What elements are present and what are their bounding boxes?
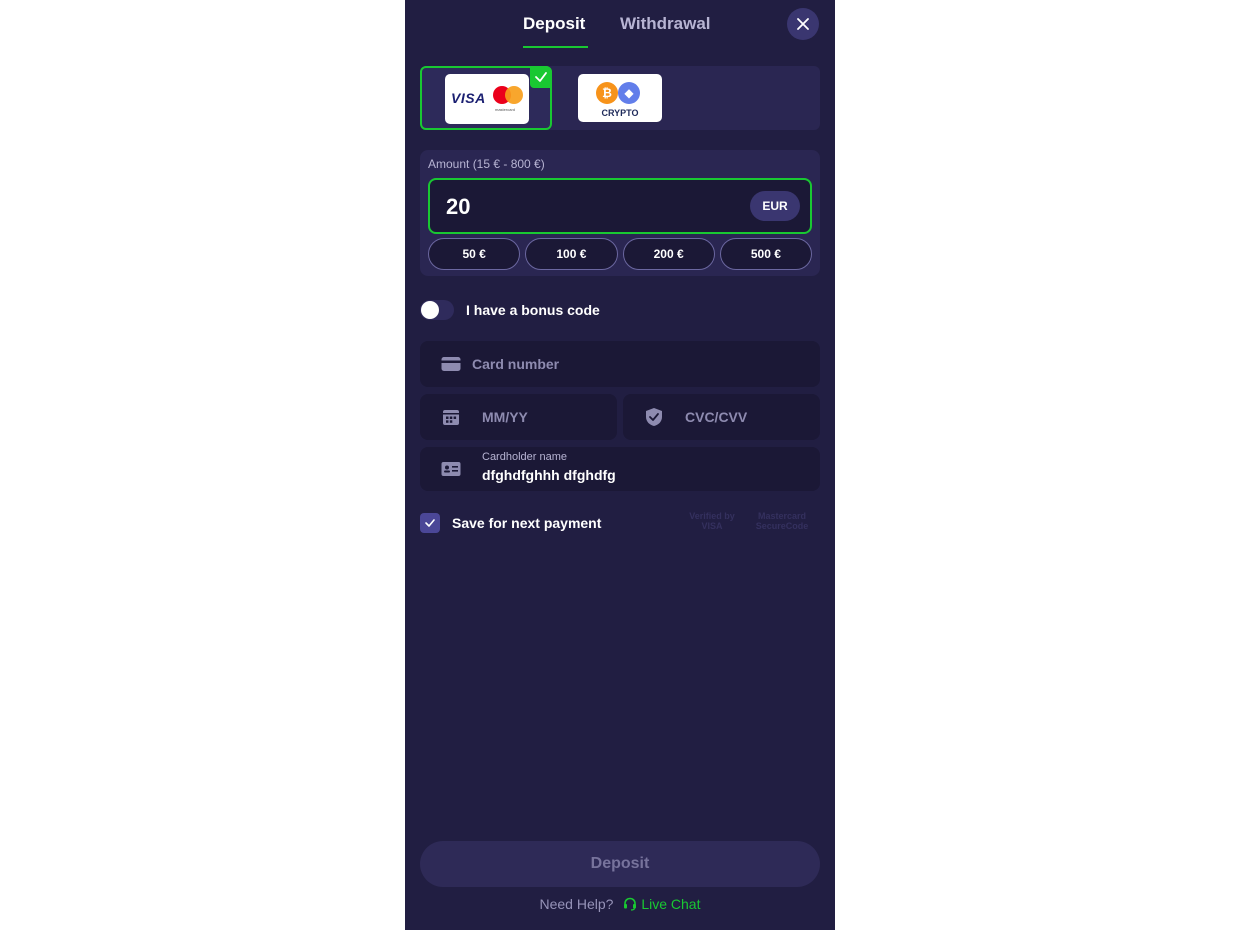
cardholder-name-label: Cardholder name bbox=[482, 451, 567, 463]
verified-by-visa-badge: Verified by VISA bbox=[689, 511, 735, 531]
save-payment-label: Save for next payment bbox=[452, 515, 602, 531]
amount-input[interactable]: 20 EUR bbox=[428, 178, 812, 234]
credit-card-icon bbox=[440, 355, 462, 373]
mastercard-securecode-badge: Mastercard SecureCode bbox=[755, 511, 809, 531]
tab-bar: Deposit Withdrawal bbox=[405, 0, 835, 52]
ethereum-icon: ◆ bbox=[618, 82, 640, 104]
shield-check-icon bbox=[643, 408, 665, 426]
amount-presets: 50 € 100 € 200 € 500 € bbox=[428, 238, 812, 270]
active-tab-indicator bbox=[523, 46, 588, 48]
close-button[interactable] bbox=[787, 8, 819, 40]
amount-value: 20 bbox=[446, 194, 471, 219]
card-number-field[interactable]: Card number bbox=[420, 341, 820, 387]
tab-deposit[interactable]: Deposit bbox=[523, 14, 585, 34]
amount-label: Amount (15 € - 800 €) bbox=[428, 157, 545, 171]
crypto-logo: ₿ ◆ CRYPTO bbox=[578, 74, 662, 122]
bitcoin-icon: ₿ bbox=[596, 82, 618, 104]
bonus-code-toggle-row[interactable]: I have a bonus code bbox=[420, 298, 600, 322]
checkmark-icon bbox=[425, 519, 435, 527]
cardholder-name-value: dfghdfghhh dfghdfg bbox=[482, 467, 616, 483]
deposit-panel: Deposit Withdrawal VISA mastercard ₿ ◆ C… bbox=[405, 0, 835, 930]
preset-500[interactable]: 500 € bbox=[719, 238, 812, 270]
save-payment-row[interactable]: Save for next payment bbox=[420, 512, 601, 534]
live-chat-link[interactable]: Live Chat bbox=[623, 896, 700, 912]
preset-50[interactable]: 50 € bbox=[428, 238, 521, 270]
toggle-knob bbox=[421, 301, 439, 319]
deposit-submit-button[interactable]: Deposit bbox=[420, 841, 820, 887]
expiry-field[interactable]: MM/YY bbox=[420, 394, 617, 440]
bonus-code-label: I have a bonus code bbox=[466, 302, 600, 318]
preset-200[interactable]: 200 € bbox=[622, 238, 715, 270]
bonus-code-toggle[interactable] bbox=[420, 300, 454, 320]
cardholder-name-field[interactable]: Cardholder name dfghdfghhh dfghdfg bbox=[420, 447, 820, 491]
visa-logo-text: VISA bbox=[451, 90, 486, 106]
check-icon bbox=[535, 72, 547, 82]
method-card[interactable]: VISA mastercard bbox=[420, 66, 552, 130]
expiry-placeholder: MM/YY bbox=[482, 409, 528, 425]
help-row: Need Help? Live Chat bbox=[405, 896, 835, 912]
payment-methods: VISA mastercard ₿ ◆ CRYPTO bbox=[420, 66, 820, 130]
calendar-icon bbox=[440, 408, 462, 426]
mastercard-logo-text: mastercard bbox=[495, 107, 516, 112]
currency-selector[interactable]: EUR bbox=[750, 191, 800, 221]
method-crypto[interactable]: ₿ ◆ CRYPTO bbox=[570, 66, 670, 130]
close-icon bbox=[797, 18, 809, 30]
need-help-text: Need Help? bbox=[539, 896, 614, 912]
tab-withdrawal[interactable]: Withdrawal bbox=[620, 14, 711, 34]
id-card-icon bbox=[440, 460, 462, 478]
card-logo: VISA mastercard bbox=[445, 74, 529, 124]
amount-section: Amount (15 € - 800 €) 20 EUR 50 € 100 € … bbox=[420, 150, 820, 276]
selected-check-badge bbox=[530, 66, 552, 88]
save-payment-checkbox[interactable] bbox=[420, 513, 440, 533]
cvc-placeholder: CVC/CVV bbox=[685, 409, 748, 425]
live-chat-label: Live Chat bbox=[641, 896, 701, 912]
preset-100[interactable]: 100 € bbox=[525, 238, 618, 270]
crypto-label: CRYPTO bbox=[601, 108, 639, 118]
mastercard-yellow-icon bbox=[505, 86, 523, 104]
headset-icon bbox=[624, 897, 637, 911]
cvc-field[interactable]: CVC/CVV bbox=[623, 394, 820, 440]
card-number-placeholder: Card number bbox=[472, 356, 560, 372]
